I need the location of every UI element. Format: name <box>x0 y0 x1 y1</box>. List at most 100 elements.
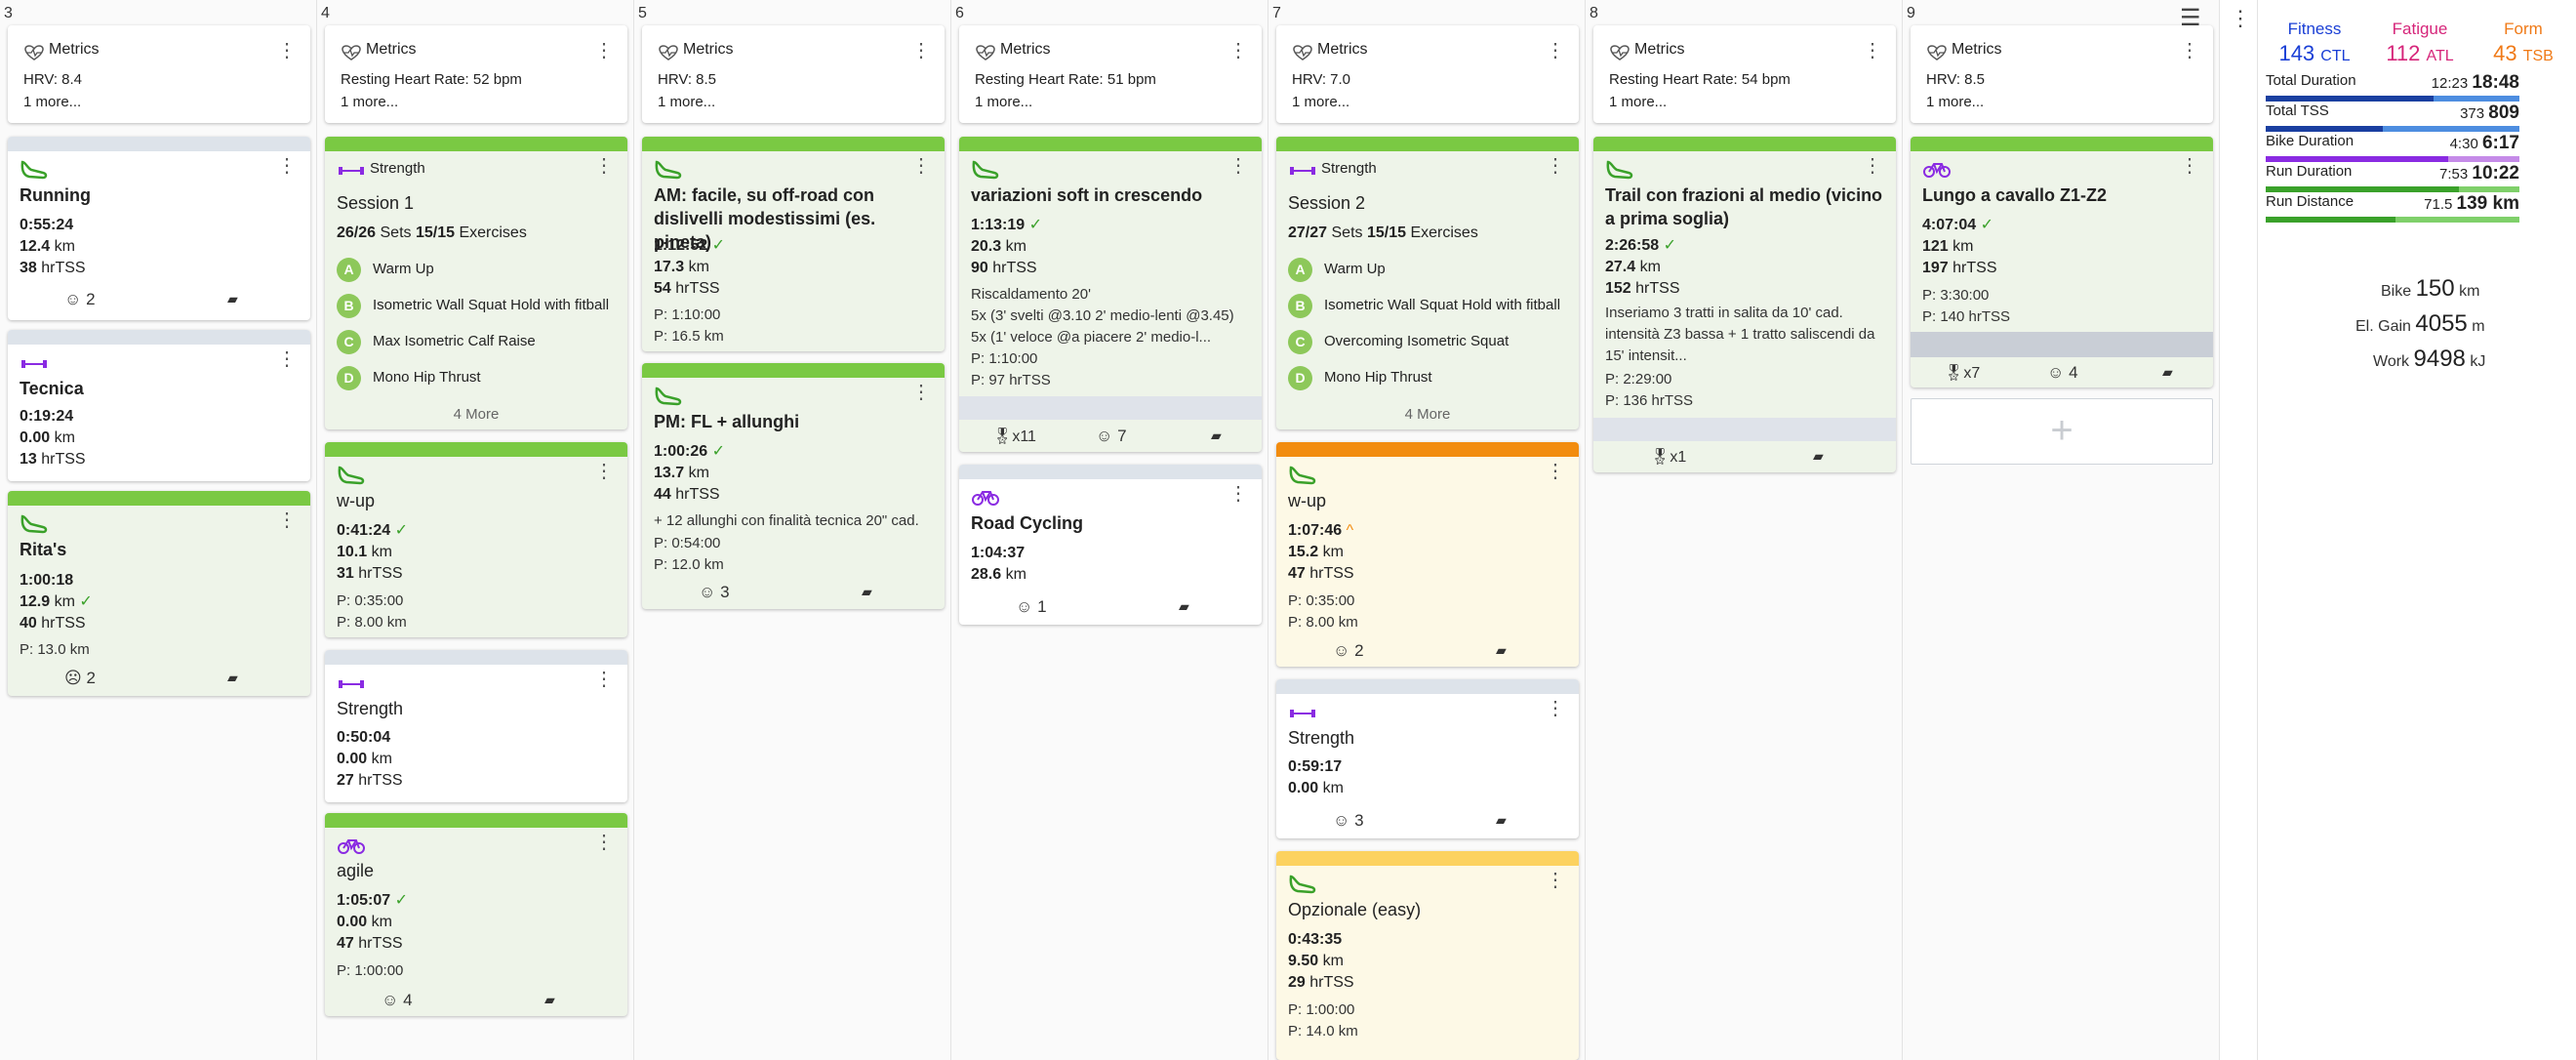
more-menu-icon[interactable]: ⋮ <box>277 349 297 369</box>
distance: 15.2 km <box>1288 544 1344 560</box>
more-menu-icon[interactable]: ⋮ <box>277 41 297 61</box>
comment-icon[interactable]: ▰ <box>862 584 872 600</box>
metrics-more-link[interactable]: 1 more... <box>975 94 1032 110</box>
workout-card-running[interactable]: ⋮ Running 0:55:24 12.4 km 38 hrTSS ☺ 2 ▰ <box>8 137 310 320</box>
planned-duration: P: 2:29:00 <box>1605 371 1672 387</box>
metrics-card[interactable]: Metrics ⋮ HRV: 7.0 1 more... <box>1276 25 1579 123</box>
workout-card-trail[interactable]: ⋮ Trail con frazioni al medio (vicino a … <box>1593 137 1896 472</box>
smile-count[interactable]: ☺ 2 <box>1333 641 1364 661</box>
workout-card-opzionale[interactable]: ⋮ Opzionale (easy) 0:43:35 9.50 km 29 hr… <box>1276 851 1579 1060</box>
more-menu-icon[interactable]: ⋮ <box>1546 41 1565 61</box>
metrics-more-link[interactable]: 1 more... <box>1609 94 1667 110</box>
sets-summary: 26/26 Sets 15/15 Exercises <box>337 224 527 241</box>
smile-count[interactable]: ☺ 4 <box>382 991 413 1010</box>
session-title: Session 2 <box>1288 193 1366 213</box>
more-menu-icon[interactable]: ⋮ <box>1863 156 1882 176</box>
metrics-card[interactable]: Metrics ⋮ HRV: 8.4 1 more... <box>8 25 310 123</box>
more-menu-icon[interactable]: ⋮ <box>1546 699 1565 718</box>
more-menu-icon[interactable]: ⋮ <box>1228 156 1248 176</box>
heart-rate-icon <box>24 45 44 61</box>
more-exercises-link[interactable]: 4 More <box>1276 406 1579 423</box>
more-menu-icon[interactable]: ⋮ <box>1863 41 1882 61</box>
workout-card-strength[interactable]: ⋮ Strength 0:59:17 0.00 km ☺ 3 ▰ <box>1276 679 1579 838</box>
dumbbell-icon <box>339 167 364 175</box>
progress-fill <box>2266 96 2434 102</box>
comment-icon[interactable]: ▰ <box>227 670 238 686</box>
more-menu-icon[interactable]: ⋮ <box>594 462 614 481</box>
workout-card-ritas[interactable]: ⋮ Rita's 1:00:18 12.9 km ✓ 40 hrTSS P: 1… <box>8 491 310 696</box>
duration: 1:00:18 <box>20 572 74 589</box>
metrics-card[interactable]: Metrics ⋮ Resting Heart Rate: 52 bpm 1 m… <box>325 25 627 123</box>
more-menu-icon[interactable]: ⋮ <box>2230 6 2251 31</box>
hrtss: 27 hrTSS <box>337 772 403 789</box>
comment-icon[interactable]: ▰ <box>1179 598 1189 615</box>
more-menu-icon[interactable]: ⋮ <box>594 670 614 689</box>
progress-fill <box>2266 217 2395 223</box>
workout-card-pm[interactable]: ⋮ PM: FL + allunghi 1:00:26 ✓ 13.7 km 44… <box>642 363 945 609</box>
more-menu-icon[interactable]: ⋮ <box>1546 871 1565 890</box>
more-menu-icon[interactable]: ⋮ <box>2180 41 2199 61</box>
strength-session-card[interactable]: Strength ⋮ Session 1 26/26 Sets 15/15 Ex… <box>325 137 627 429</box>
medal-count[interactable]: 🎖x7 <box>1944 363 1980 383</box>
workout-description: 5x (3' svelti @3.10 2' medio-lenti @3.45… <box>971 307 1234 324</box>
workout-card-lungo[interactable]: ⋮ Lungo a cavallo Z1-Z2 4:07:04 ✓ 121 km… <box>1911 137 2213 387</box>
more-exercises-link[interactable]: 4 More <box>325 406 627 423</box>
metrics-more-link[interactable]: 1 more... <box>23 94 81 110</box>
metrics-more-link[interactable]: 1 more... <box>341 94 398 110</box>
metrics-more-link[interactable]: 1 more... <box>1926 94 1984 110</box>
smile-count[interactable]: ☺ 3 <box>699 583 730 602</box>
more-menu-icon[interactable]: ⋮ <box>911 383 931 402</box>
more-menu-icon[interactable]: ⋮ <box>1546 462 1565 481</box>
metrics-title: Metrics <box>683 41 734 58</box>
metrics-value: HRV: 8.5 <box>1926 71 1986 88</box>
day-column-8: 8 Metrics ⋮ Resting Heart Rate: 54 bpm 1… <box>1586 0 1903 1060</box>
smile-count[interactable]: ☺ 3 <box>1333 811 1364 831</box>
medal-count[interactable]: 🎖x1 <box>1650 447 1686 467</box>
workout-title: w-up <box>337 491 376 510</box>
running-shoe-icon <box>655 160 682 180</box>
metrics-card[interactable]: Metrics ⋮ Resting Heart Rate: 51 bpm 1 m… <box>959 25 1262 123</box>
comment-icon[interactable]: ▰ <box>2162 364 2173 381</box>
add-workout-button[interactable]: + <box>1911 398 2213 465</box>
workout-card-am[interactable]: ⋮ AM: facile, su off-road con dislivelli… <box>642 137 945 351</box>
workout-card-tecnica[interactable]: ⋮ Tecnica 0:19:24 0.00 km 13 hrTSS <box>8 330 310 481</box>
metrics-card[interactable]: Metrics ⋮ HRV: 8.5 1 more... <box>642 25 945 123</box>
strength-session-card[interactable]: Strength ⋮ Session 2 27/27 Sets 15/15 Ex… <box>1276 137 1579 429</box>
planned-duration: P: 1:00:00 <box>337 962 404 979</box>
metrics-more-link[interactable]: 1 more... <box>1292 94 1349 110</box>
more-menu-icon[interactable]: ⋮ <box>594 41 614 61</box>
workout-card-road-cycling[interactable]: ⋮ Road Cycling 1:04:37 28.6 km ☺ 1 ▰ <box>959 465 1262 625</box>
more-menu-icon[interactable]: ⋮ <box>2180 156 2199 176</box>
comment-icon[interactable]: ▰ <box>1211 428 1222 444</box>
more-menu-icon[interactable]: ⋮ <box>1228 484 1248 504</box>
metrics-card[interactable]: Metrics ⋮ Resting Heart Rate: 54 bpm 1 m… <box>1593 25 1896 123</box>
more-menu-icon[interactable]: ⋮ <box>1546 156 1565 176</box>
more-menu-icon[interactable]: ⋮ <box>594 833 614 852</box>
comment-icon[interactable]: ▰ <box>1813 448 1824 465</box>
workout-card-agile[interactable]: ⋮ agile 1:05:07 ✓ 0.00 km 47 hrTSS P: 1:… <box>325 813 627 1016</box>
smile-count[interactable]: ☺ 4 <box>2047 363 2078 383</box>
more-menu-icon[interactable]: ⋮ <box>277 156 297 176</box>
comment-icon[interactable]: ▰ <box>544 992 555 1008</box>
smile-count[interactable]: ☺ 2 <box>64 290 96 309</box>
distance: 28.6 km <box>971 566 1026 583</box>
more-menu-icon[interactable]: ⋮ <box>911 156 931 176</box>
running-shoe-icon <box>655 387 682 406</box>
more-menu-icon[interactable]: ⋮ <box>911 41 931 61</box>
metrics-card[interactable]: Metrics ⋮ HRV: 8.5 1 more... <box>1911 25 2213 123</box>
smile-count[interactable]: ☺ 7 <box>1096 427 1127 446</box>
smile-count[interactable]: ☺ 1 <box>1016 597 1047 617</box>
workout-card-strength[interactable]: ⋮ Strength 0:50:04 0.00 km 27 hrTSS <box>325 650 627 802</box>
workout-card-wup[interactable]: ⋮ w-up 0:41:24 ✓ 10.1 km 31 hrTSS P: 0:3… <box>325 442 627 637</box>
comment-icon[interactable]: ▰ <box>227 291 238 307</box>
workout-card-variazioni[interactable]: ⋮ variazioni soft in crescendo 1:13:19 ✓… <box>959 137 1262 452</box>
medal-count[interactable]: 🎖x11 <box>992 427 1036 446</box>
comment-icon[interactable]: ▰ <box>1496 812 1507 829</box>
metrics-more-link[interactable]: 1 more... <box>658 94 715 110</box>
comment-icon[interactable]: ▰ <box>1496 642 1507 659</box>
smile-count[interactable]: ☹ 2 <box>64 669 96 688</box>
more-menu-icon[interactable]: ⋮ <box>594 156 614 176</box>
more-menu-icon[interactable]: ⋮ <box>1228 41 1248 61</box>
more-menu-icon[interactable]: ⋮ <box>277 510 297 530</box>
workout-card-wup[interactable]: ⋮ w-up 1:07:46 ^ 15.2 km 47 hrTSS P: 0:3… <box>1276 442 1579 667</box>
